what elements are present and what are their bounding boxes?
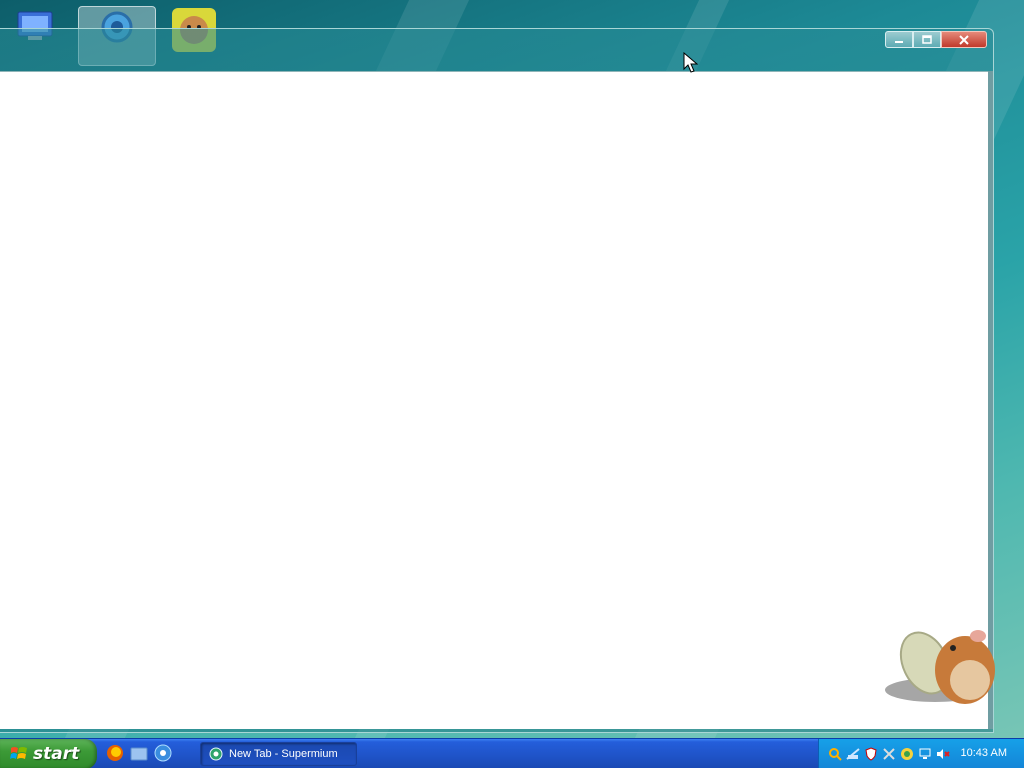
shield-icon[interactable] (863, 747, 878, 762)
volume-muted-icon[interactable] (935, 747, 950, 762)
search-icon[interactable] (827, 747, 842, 762)
caption-buttons (885, 31, 987, 48)
start-label: start (33, 744, 80, 764)
page-content[interactable] (0, 71, 989, 729)
hamster-mascot-icon (885, 630, 995, 704)
browser-window (0, 28, 994, 733)
taskbar-item-label: New Tab - Supermium (229, 748, 338, 760)
start-button[interactable]: start (0, 739, 97, 768)
minimize-button[interactable] (885, 31, 913, 48)
close-icon (959, 34, 969, 45)
tools-icon[interactable] (881, 747, 896, 762)
update-icon[interactable] (899, 747, 914, 762)
maximize-icon (922, 34, 932, 44)
close-button[interactable] (941, 31, 987, 48)
system-tray: 10:43 AM (818, 739, 1024, 768)
tray-icons (827, 747, 950, 762)
mouse-cursor-icon (683, 52, 699, 73)
quick-launch (106, 744, 172, 762)
browser-icon[interactable] (154, 744, 172, 762)
taskbar-item-new-tab[interactable]: New Tab - Supermium (200, 742, 357, 766)
firefox-icon[interactable] (106, 744, 124, 762)
clock[interactable]: 10:43 AM (961, 747, 1007, 759)
folder-icon[interactable] (130, 744, 148, 762)
minimize-icon (895, 40, 903, 43)
windows-logo-icon (10, 747, 27, 759)
supermium-icon (209, 747, 223, 761)
window-titlebar[interactable] (0, 29, 993, 71)
taskbar: start New Tab - Supermium 10:43 AM (0, 738, 1024, 768)
maximize-button[interactable] (913, 31, 941, 48)
network-icon[interactable] (845, 747, 860, 762)
network-connection-icon[interactable] (917, 747, 932, 762)
